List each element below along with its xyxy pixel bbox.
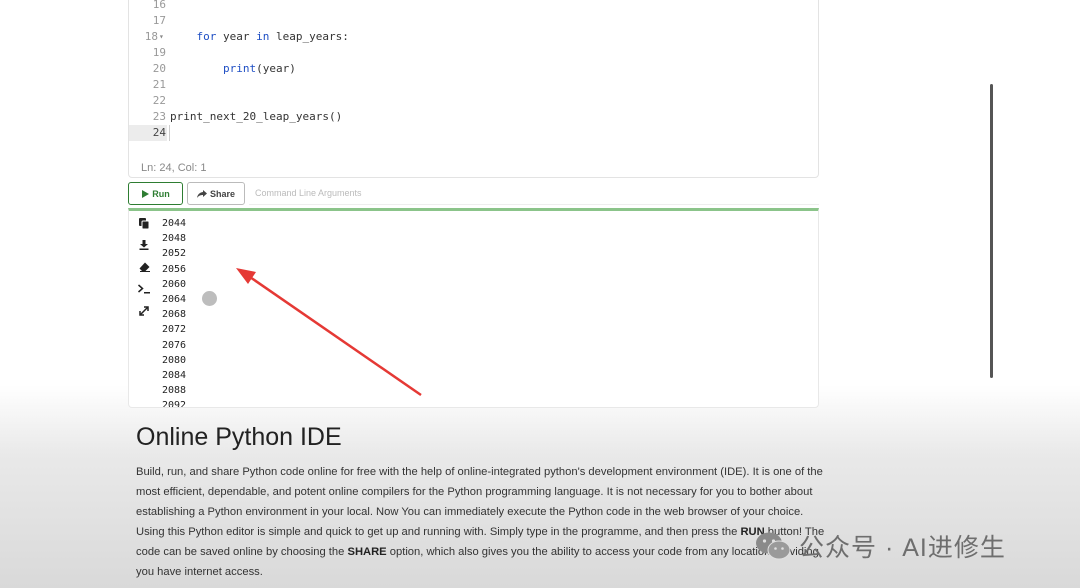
- watermark-text: 公众号 · AI进修生: [799, 534, 1006, 562]
- description-text: Build, run, and share Python code online…: [136, 466, 823, 538]
- page-scrollbar[interactable]: [990, 84, 993, 378]
- watermark: 公众号 · AI进修生: [755, 528, 1006, 564]
- share-keyword: SHARE: [347, 546, 387, 558]
- wechat-icon: [756, 532, 791, 560]
- description-paragraph: Build, run, and share Python code online…: [136, 462, 826, 582]
- page-title: Online Python IDE: [136, 423, 342, 451]
